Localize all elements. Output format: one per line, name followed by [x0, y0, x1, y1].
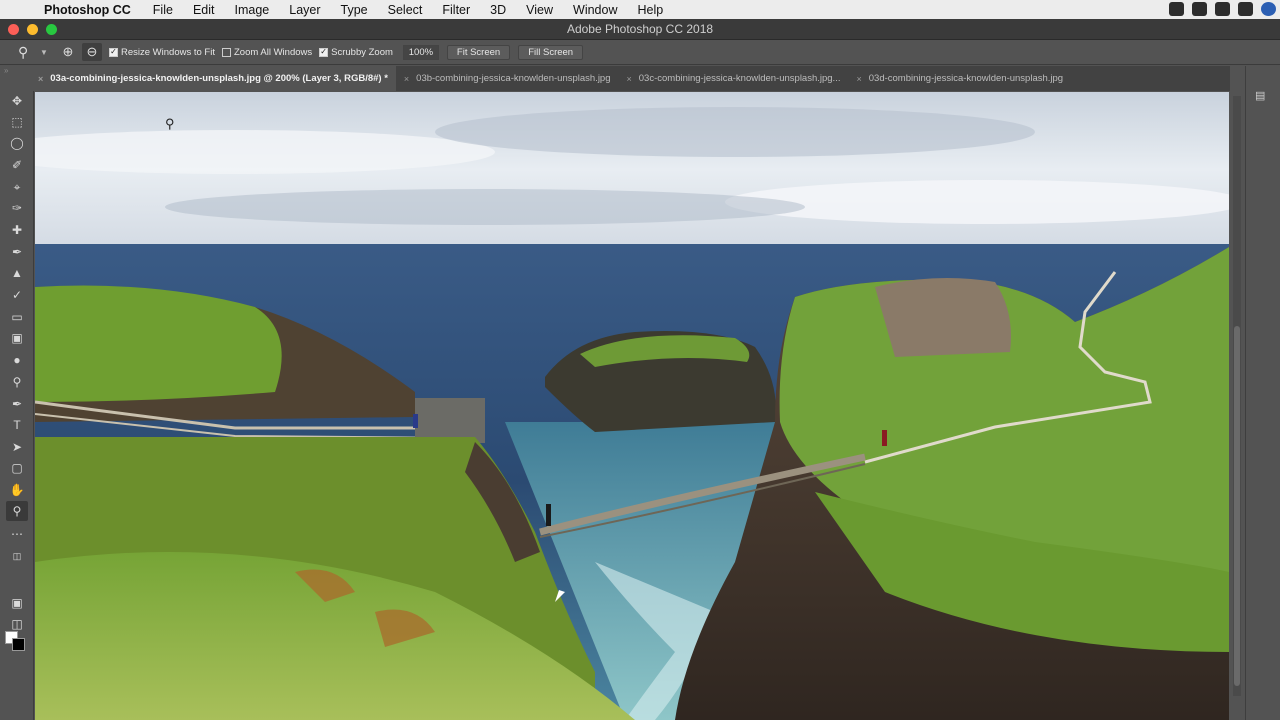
person: [882, 430, 887, 446]
checkbox-checked-icon: ✓: [319, 47, 329, 57]
dropbox-icon[interactable]: [1192, 2, 1207, 16]
menu-file[interactable]: File: [153, 3, 173, 17]
tab-label: 03b-combining-jessica-knowlden-unsplash.…: [416, 73, 611, 84]
menu-type[interactable]: Type: [341, 3, 368, 17]
close-tab-icon[interactable]: ×: [856, 74, 861, 84]
quick-mask-icon[interactable]: ▣: [6, 593, 28, 613]
tab-label: 03d-combining-jessica-knowlden-unsplash.…: [868, 73, 1064, 84]
screen-mode-icon[interactable]: ◫: [6, 614, 28, 634]
window-title-bar: Adobe Photoshop CC 2018: [0, 19, 1280, 40]
pen-tool-icon[interactable]: ✒: [6, 394, 28, 414]
resize-windows-checkbox[interactable]: ✓ Resize Windows to Fit: [109, 47, 215, 58]
dodge-tool-icon[interactable]: ⚲: [6, 372, 28, 392]
options-bar: ⚲ ▼ ⊕ ⊖ ✓ Resize Windows to Fit Zoom All…: [0, 40, 1280, 65]
eraser-tool-icon[interactable]: ▭: [6, 307, 28, 327]
history-brush-tool-icon[interactable]: ✓: [6, 285, 28, 305]
zoom-tool-icon[interactable]: ⚲: [6, 501, 28, 521]
cloud: [435, 107, 1035, 157]
menu-edit[interactable]: Edit: [193, 3, 215, 17]
window-title: Adobe Photoshop CC 2018: [566, 22, 714, 36]
clone-stamp-tool-icon[interactable]: ▲: [6, 263, 28, 283]
menu-3d[interactable]: 3D: [490, 3, 506, 17]
brush-tool-icon[interactable]: ✒: [6, 242, 28, 262]
panel-toggle-icon[interactable]: ▤: [1255, 89, 1269, 103]
fit-screen-button[interactable]: Fit Screen: [446, 44, 511, 60]
tab-document-03d[interactable]: × 03d-combining-jessica-knowlden-unsplas…: [848, 66, 1071, 91]
panel-divider: [1245, 66, 1246, 720]
menu-filter[interactable]: Filter: [442, 3, 470, 17]
eyedropper-tool-icon[interactable]: ✑: [6, 198, 28, 218]
document-canvas[interactable]: ⚲: [35, 92, 1229, 720]
path-selection-tool-icon[interactable]: ➤: [6, 437, 28, 457]
display-icon[interactable]: [1215, 2, 1230, 16]
scrollbar-thumb[interactable]: [1234, 326, 1240, 686]
coastal-rope-bridge-photo: [35, 92, 1229, 720]
cloud: [725, 180, 1229, 224]
checkbox-checked-icon: ✓: [109, 47, 118, 57]
close-tab-icon[interactable]: ×: [627, 74, 632, 84]
zoom-tool-preset-icon[interactable]: ⚲: [18, 44, 40, 61]
zoom-out-icon[interactable]: ⊖: [82, 43, 102, 61]
zoom-level-field[interactable]: 100%: [402, 44, 439, 60]
default-colors-icon[interactable]: ◫: [6, 546, 28, 566]
right-island-rock-outcrop: [875, 278, 1011, 357]
resize-windows-label: Resize Windows to Fit: [121, 46, 215, 58]
menu-select[interactable]: Select: [388, 3, 423, 17]
status-icons: [1169, 2, 1276, 16]
crop-tool-icon[interactable]: ⌖: [6, 177, 28, 197]
zoom-all-windows-label: Zoom All Windows: [233, 46, 313, 58]
zoom-in-icon[interactable]: ⊕: [58, 43, 78, 61]
right-panel-dock: ▤: [1230, 66, 1280, 720]
tab-document-03a[interactable]: × 03a-combining-jessica-knowlden-unsplas…: [30, 66, 396, 91]
creative-cloud-icon[interactable]: [1169, 2, 1184, 16]
tab-document-03c[interactable]: × 03c-combining-jessica-knowlden-unsplas…: [619, 66, 849, 91]
tab-document-03b[interactable]: × 03b-combining-jessica-knowlden-unsplas…: [396, 66, 619, 91]
monitor-icon[interactable]: [1238, 2, 1253, 16]
rectangle-tool-icon[interactable]: ▢: [6, 458, 28, 478]
blur-tool-icon[interactable]: ●: [6, 350, 28, 370]
close-tab-icon[interactable]: ×: [404, 74, 409, 84]
scrubby-zoom-label: Scrubby Zoom: [331, 46, 393, 58]
hand-tool-icon[interactable]: ✋: [6, 480, 28, 500]
fill-screen-button[interactable]: Fill Screen: [518, 44, 584, 60]
scrubby-zoom-checkbox[interactable]: ✓ Scrubby Zoom: [319, 47, 393, 58]
panel-grip-icon[interactable]: »: [0, 66, 33, 88]
menu-help[interactable]: Help: [638, 3, 664, 17]
menu-view[interactable]: View: [526, 3, 553, 17]
menu-image[interactable]: Image: [235, 3, 270, 17]
finder-icon[interactable]: [1261, 2, 1276, 16]
menu-layer[interactable]: Layer: [289, 3, 320, 17]
document-tabs: × 03a-combining-jessica-knowlden-unsplas…: [30, 66, 1245, 91]
tools-panel: » ✥ ⬚ ◯ ✐ ⌖ ✑ ✚ ✒ ▲ ✓ ▭ ▣ ● ⚲ ✒ T ➤ ▢ ✋ …: [0, 66, 34, 720]
tab-label: 03c-combining-jessica-knowlden-unsplash.…: [638, 73, 841, 84]
checkbox-unchecked-icon: [221, 47, 231, 57]
gradient-tool-icon[interactable]: ▣: [6, 328, 28, 348]
menu-window[interactable]: Window: [573, 3, 617, 17]
viewing-platform: [415, 398, 485, 443]
type-tool-icon[interactable]: T: [6, 415, 28, 435]
person: [413, 414, 418, 428]
more-tools-icon[interactable]: ⋯: [6, 524, 28, 544]
cloud: [165, 189, 805, 225]
marquee-tool-icon[interactable]: ⬚: [6, 112, 28, 132]
move-tool-icon[interactable]: ✥: [6, 91, 28, 111]
zoom-all-windows-checkbox[interactable]: Zoom All Windows: [221, 46, 313, 58]
mac-menu-bar: Photoshop CC File Edit Image Layer Type …: [0, 0, 1280, 19]
close-tab-icon[interactable]: ×: [38, 74, 43, 84]
person: [546, 504, 551, 526]
chevron-down-icon[interactable]: ▼: [40, 48, 54, 57]
quick-selection-tool-icon[interactable]: ✐: [6, 155, 28, 175]
lasso-tool-icon[interactable]: ◯: [6, 133, 28, 153]
tab-label: 03a-combining-jessica-knowlden-unsplash.…: [50, 73, 388, 84]
zoom-cursor-icon: ⚲: [165, 116, 175, 131]
background-color-swatch[interactable]: [12, 638, 25, 651]
healing-brush-tool-icon[interactable]: ✚: [6, 220, 28, 240]
menu-app[interactable]: Photoshop CC: [44, 3, 131, 17]
